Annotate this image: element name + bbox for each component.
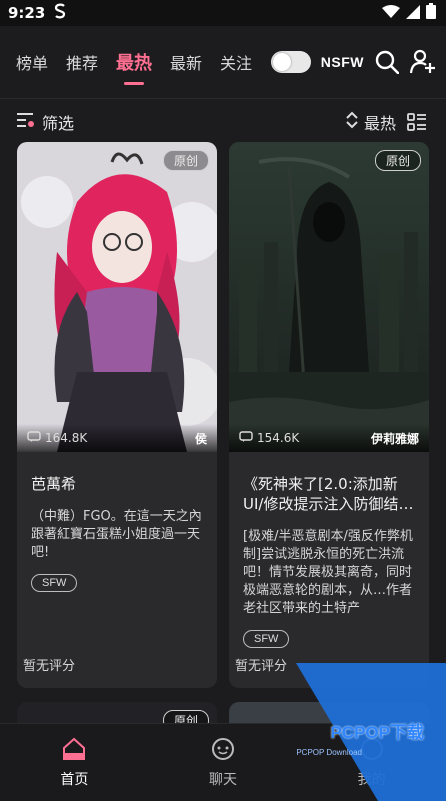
bottom-nav-home-label: 首页 — [60, 771, 89, 788]
search-icon[interactable] — [374, 49, 400, 75]
comment-icon — [239, 430, 253, 446]
filter-button[interactable]: 筛选 — [16, 110, 74, 134]
watermark-brand-text: PCPOP下载 — [330, 723, 424, 742]
card-cover-image: 原创 154.6K 伊莉雅娜 — [229, 142, 429, 452]
sfw-tag[interactable]: SFW — [31, 574, 78, 592]
sfw-tag[interactable]: SFW — [243, 630, 290, 648]
tab-newest[interactable]: 最新 — [170, 44, 202, 80]
views-value: 154.6K — [257, 431, 300, 445]
bottom-nav-profile-label: 我的 — [357, 771, 386, 788]
rating-text: 暂无评分 — [235, 659, 288, 674]
card-description: [极难/半恶意剧本/强反作弊机制]尝试逃脱永恒的死亡洪流吧！情节发展极其离奇，同… — [243, 529, 413, 616]
tab-following[interactable]: 关注 — [220, 44, 252, 80]
signal-icon — [406, 4, 420, 23]
notification-s-icon — [53, 3, 67, 23]
watermark-sub: PCPOP Download — [296, 748, 362, 757]
top-nav: 榜单 推荐 最热 最新 关注 NSFW — [0, 26, 446, 98]
nsfw-toggle[interactable] — [270, 51, 311, 73]
character-card[interactable]: 原创 164.8K 侯 芭萬希 （中難）FGO。在這一天之內跟著紅寶石蛋糕小姐度… — [17, 142, 217, 688]
sort-label: 最热 — [363, 113, 396, 133]
nsfw-label: NSFW — [320, 54, 364, 70]
bottom-nav-chat-label: 聊天 — [208, 771, 237, 788]
filter-bar: 筛选 最热 — [0, 98, 446, 144]
anime-illustration — [17, 142, 217, 452]
tab-hottest[interactable]: 最热 — [116, 43, 152, 81]
grim-reaper-illustration — [229, 142, 429, 452]
filter-label: 筛选 — [42, 113, 75, 133]
views-count: 154.6K — [239, 430, 300, 446]
layout-toggle-icon[interactable] — [404, 109, 430, 135]
filter-icon — [16, 111, 36, 133]
author-name[interactable]: 伊莉雅娜 — [371, 430, 419, 447]
add-user-icon[interactable] — [410, 49, 436, 75]
status-bar: 9:23 — [0, 0, 446, 26]
card-title: 芭萬希 — [31, 475, 77, 493]
home-icon — [61, 737, 87, 765]
card-cover-image: 原创 164.8K 侯 — [17, 142, 217, 452]
rating-text: 暂无评分 — [23, 659, 76, 674]
card-description: （中難）FGO。在這一天之內跟著紅寶石蛋糕小姐度過一天吧! — [31, 509, 202, 560]
character-card[interactable]: 原创 154.6K 伊莉雅娜 《死神来了[2.0:添加新UI/修改提示注入防御结… — [229, 142, 429, 688]
sort-button[interactable]: 最热 — [346, 110, 396, 134]
toggle-knob — [272, 53, 291, 71]
watermark-sub-text: PCPOP Download — [296, 748, 362, 757]
card-title: 《死神来了[2.0:添加新UI/修改提示注入防御结… — [243, 475, 414, 513]
bottom-nav-profile[interactable]: 我的 — [332, 737, 412, 789]
wifi-icon — [382, 4, 400, 23]
card-image-footer: 154.6K 伊莉雅娜 — [229, 424, 429, 452]
views-count: 164.8K — [27, 430, 88, 446]
card-image-footer: 164.8K 侯 — [17, 424, 217, 452]
battery-icon — [426, 3, 436, 23]
watermark-brand: PCPOP下载 — [330, 718, 424, 743]
comment-icon — [27, 430, 41, 446]
sort-arrows-icon — [346, 111, 358, 133]
tab-recommend[interactable]: 推荐 — [66, 44, 98, 80]
card-grid: 原创 164.8K 侯 芭萬希 （中難）FGO。在這一天之內跟著紅寶石蛋糕小姐度… — [17, 142, 429, 782]
author-name[interactable]: 侯 — [195, 430, 207, 447]
status-time: 9:23 — [8, 4, 46, 22]
bottom-nav-home[interactable]: 首页 — [34, 737, 114, 789]
bottom-nav-chat[interactable]: 聊天 — [183, 737, 263, 789]
feed-tabs: 榜单 推荐 最热 最新 关注 — [16, 43, 252, 81]
views-value: 164.8K — [45, 431, 88, 445]
original-badge: 原创 — [374, 150, 421, 171]
chat-icon — [210, 737, 236, 765]
original-badge: 原创 — [162, 150, 209, 171]
tab-ranking[interactable]: 榜单 — [16, 44, 48, 80]
